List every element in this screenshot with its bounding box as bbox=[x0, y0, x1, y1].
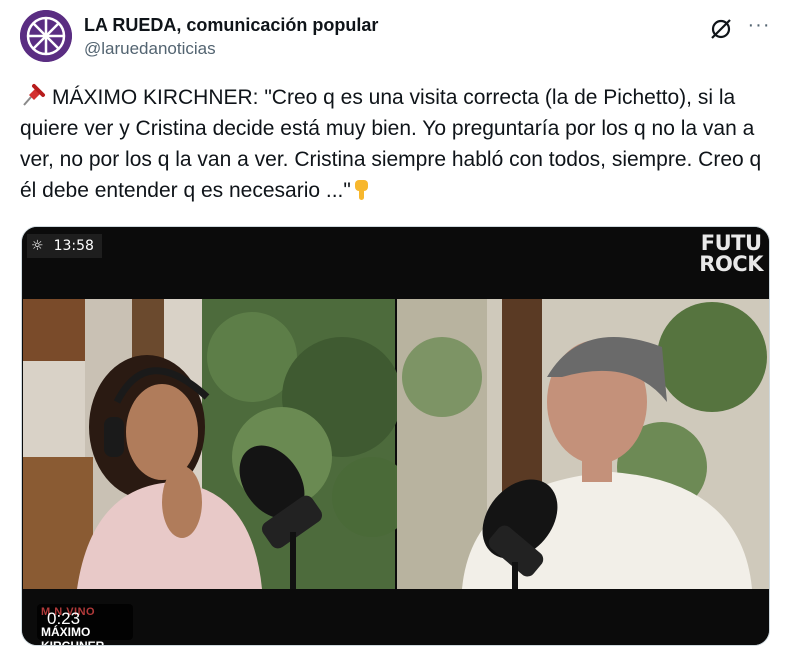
author-avatar[interactable] bbox=[20, 10, 72, 62]
author-handle[interactable]: @laruedanoticias bbox=[84, 38, 378, 60]
more-icon[interactable]: ··· bbox=[746, 14, 772, 40]
channel-logo-line1: FUTU bbox=[700, 231, 762, 255]
video-frame bbox=[22, 227, 769, 645]
video-player[interactable]: ☼ 13:58 FUTU ROCK M N VINO MÁXIMO KIRCHN… bbox=[21, 226, 770, 646]
tweet-header: LA RUEDA, comunicación popular @laruedan… bbox=[20, 10, 770, 66]
channel-logo-line2: ROCK bbox=[699, 252, 763, 276]
video-timestamp: M N VINO MÁXIMO KIRCHNER 0:23 bbox=[37, 604, 133, 645]
author-names: LA RUEDA, comunicación popular @laruedan… bbox=[84, 14, 378, 60]
wheel-logo-icon bbox=[20, 10, 72, 62]
tweet-body: MÁXIMO KIRCHNER: "Creo q es una visita c… bbox=[20, 86, 762, 202]
channel-logo: FUTU ROCK bbox=[699, 233, 763, 275]
tweet-text: MÁXIMO KIRCHNER: "Creo q es una visita c… bbox=[20, 82, 770, 206]
sun-icon: ☼ bbox=[31, 238, 44, 254]
point-down-icon bbox=[351, 178, 373, 202]
pushpin-icon bbox=[20, 83, 46, 107]
video-clock: 13:58 bbox=[53, 238, 94, 254]
video-clock-badge: ☼ 13:58 bbox=[27, 234, 102, 258]
elapsed-time: 0:23 bbox=[47, 609, 81, 628]
author-display-name[interactable]: LA RUEDA, comunicación popular bbox=[84, 14, 378, 36]
grok-icon[interactable] bbox=[708, 16, 734, 42]
